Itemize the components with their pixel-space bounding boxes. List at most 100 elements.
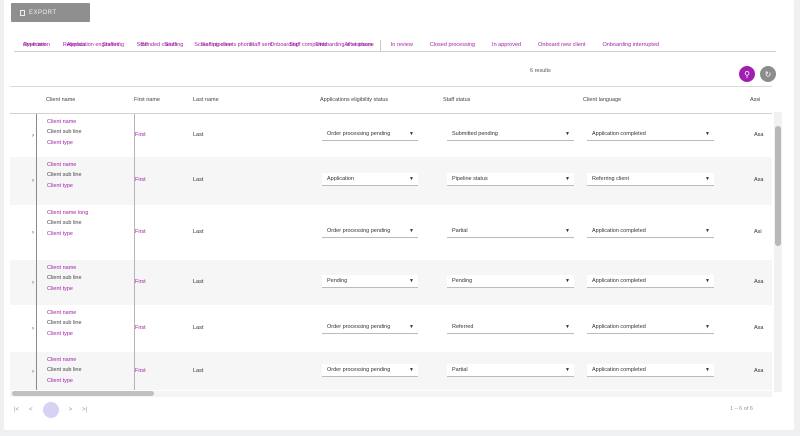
expand-row-icon[interactable]: ›	[32, 326, 34, 332]
dropdown-arrow-icon: ▼	[409, 131, 414, 137]
client-sub-text: Client sub line	[47, 220, 82, 226]
horizontal-scrollbar[interactable]	[10, 391, 772, 397]
staff-status-select[interactable]: Referred ▼	[447, 321, 574, 334]
first-name-link[interactable]: First	[135, 279, 146, 285]
col-eligibility-status[interactable]: Applications eligibility status	[320, 97, 388, 103]
dropdown-arrow-icon: ▼	[565, 278, 570, 284]
first-name-link[interactable]: First	[135, 177, 146, 183]
eligibility-status-select[interactable]: Pending ▼	[322, 275, 418, 288]
eligibility-status-select[interactable]: Order processing pending ▼	[322, 225, 418, 238]
selected-value: Partial	[452, 367, 468, 373]
first-page-button[interactable]: |<	[14, 407, 19, 413]
selected-value: Application completed	[592, 131, 646, 137]
client-type-link[interactable]: Client type	[47, 286, 73, 292]
client-name-link[interactable]: Client name	[47, 310, 76, 316]
table-row: › Client name Client sub line Client type Fi…	[10, 260, 772, 305]
first-name-link[interactable]: First	[135, 368, 146, 374]
client-type-link[interactable]: Client type	[47, 378, 73, 384]
export-button[interactable]: EXPORT	[11, 3, 90, 22]
dropdown-arrow-icon: ▼	[705, 367, 710, 373]
dropdown-arrow-icon: ▼	[705, 324, 710, 330]
expand-row-icon[interactable]: ›	[32, 133, 34, 139]
dropdown-arrow-icon: ▼	[705, 278, 710, 284]
status-tab[interactable]: Staff	[128, 40, 156, 51]
status-tab[interactable]: Referrals	[54, 40, 93, 51]
client-name-link[interactable]: Client name	[47, 162, 76, 168]
client-name-link[interactable]: Client name long	[47, 210, 88, 216]
assigned-cell: Asa	[754, 325, 764, 331]
status-tab[interactable]: All statuses	[335, 40, 382, 51]
assigned-cell: Asa	[754, 132, 764, 138]
staff-status-select[interactable]: Pending ▼	[447, 275, 574, 288]
client-language-select[interactable]: Application completed ▼	[587, 225, 714, 238]
eligibility-status-select[interactable]: Order processing pending ▼	[322, 364, 418, 377]
dropdown-arrow-icon: ▼	[409, 176, 414, 182]
staff-status-select[interactable]: Pipeline status ▼	[447, 173, 574, 186]
col-staff-status[interactable]: Staff status	[443, 97, 470, 103]
column-divider	[36, 305, 37, 352]
expand-row-icon[interactable]: ›	[32, 178, 34, 184]
staff-status-select[interactable]: Partial ▼	[447, 364, 574, 377]
table-row: › Client name Client sub line Client type Fi…	[10, 157, 772, 205]
client-language-select[interactable]: Application completed ▼	[587, 128, 714, 141]
clear-filter-button[interactable]: ↻	[760, 66, 776, 82]
pagination: |< < > >|	[14, 402, 87, 418]
search-button[interactable]: ⚲	[739, 66, 755, 82]
client-type-link[interactable]: Client type	[47, 140, 73, 146]
eligibility-status-select[interactable]: Order processing pending ▼	[322, 321, 418, 334]
staff-status-select[interactable]: Submitted pending ▼	[447, 128, 574, 141]
next-page-button[interactable]: >	[69, 407, 73, 413]
client-type-link[interactable]: Client type	[47, 331, 73, 337]
status-tab[interactable]: Staff completed	[280, 40, 335, 51]
col-first-name[interactable]: First name	[134, 97, 160, 103]
client-type-link[interactable]: Client type	[47, 183, 73, 189]
horizontal-scroll-thumb[interactable]	[12, 391, 154, 396]
expand-row-icon[interactable]: ›	[32, 230, 34, 236]
eligibility-status-select[interactable]: Application ▼	[322, 173, 418, 186]
client-language-select[interactable]: Application completed ▼	[587, 364, 714, 377]
clear-icon: ↻	[764, 69, 772, 79]
client-language-select[interactable]: Application completed ▼	[587, 275, 714, 288]
dropdown-arrow-icon: ▼	[409, 228, 414, 234]
client-type-link[interactable]: Client type	[47, 231, 73, 237]
vertical-scrollbar[interactable]	[774, 112, 782, 392]
selected-value: Pending	[327, 278, 348, 284]
last-name: Last	[193, 229, 204, 235]
column-divider	[36, 260, 37, 305]
dropdown-arrow-icon: ▼	[705, 131, 710, 137]
dropdown-arrow-icon: ▼	[565, 324, 570, 330]
col-assigned[interactable]: Assi	[750, 97, 760, 103]
search-icon: ⚲	[744, 69, 750, 79]
first-name-link[interactable]: First	[135, 132, 146, 138]
status-tab[interactable]: Staff sent	[240, 40, 280, 51]
vertical-scroll-thumb[interactable]	[775, 126, 781, 246]
eligibility-status-select[interactable]: Order processing pending ▼	[322, 128, 418, 141]
col-last-name[interactable]: Last name	[193, 97, 219, 103]
client-name-link[interactable]: Client name	[47, 119, 76, 125]
status-tab[interactable]: Overview	[14, 40, 54, 51]
first-name-link[interactable]: First	[135, 325, 146, 331]
dropdown-arrow-icon: ▼	[565, 228, 570, 234]
expand-row-icon[interactable]: ›	[32, 369, 34, 375]
status-tab[interactable]: Staff pipeline	[191, 40, 240, 51]
last-page-button[interactable]: >|	[82, 407, 87, 413]
col-client-name[interactable]: Client name	[46, 97, 75, 103]
client-name-link[interactable]: Client name	[47, 357, 76, 363]
client-language-select[interactable]: Referring client ▼	[587, 173, 714, 186]
client-language-select[interactable]: Application completed ▼	[587, 321, 714, 334]
dropdown-arrow-icon: ▼	[409, 278, 414, 284]
status-tab[interactable]: Staffing	[156, 40, 192, 51]
column-divider	[36, 205, 37, 260]
prev-page-button[interactable]: <	[29, 407, 33, 413]
selected-value: Order processing pending	[327, 131, 391, 137]
status-tab[interactable]: Staffed	[93, 40, 127, 51]
first-name-link[interactable]: First	[135, 229, 146, 235]
client-name-link[interactable]: Client name	[47, 265, 76, 271]
current-page[interactable]	[42, 402, 59, 418]
col-client-language[interactable]: Client language	[583, 97, 621, 103]
staff-status-select[interactable]: Partial ▼	[447, 225, 574, 238]
selected-value: Order processing pending	[327, 324, 391, 330]
expand-row-icon[interactable]: ›	[32, 280, 34, 286]
dropdown-arrow-icon: ▼	[409, 367, 414, 373]
export-label: EXPORT	[29, 9, 57, 16]
